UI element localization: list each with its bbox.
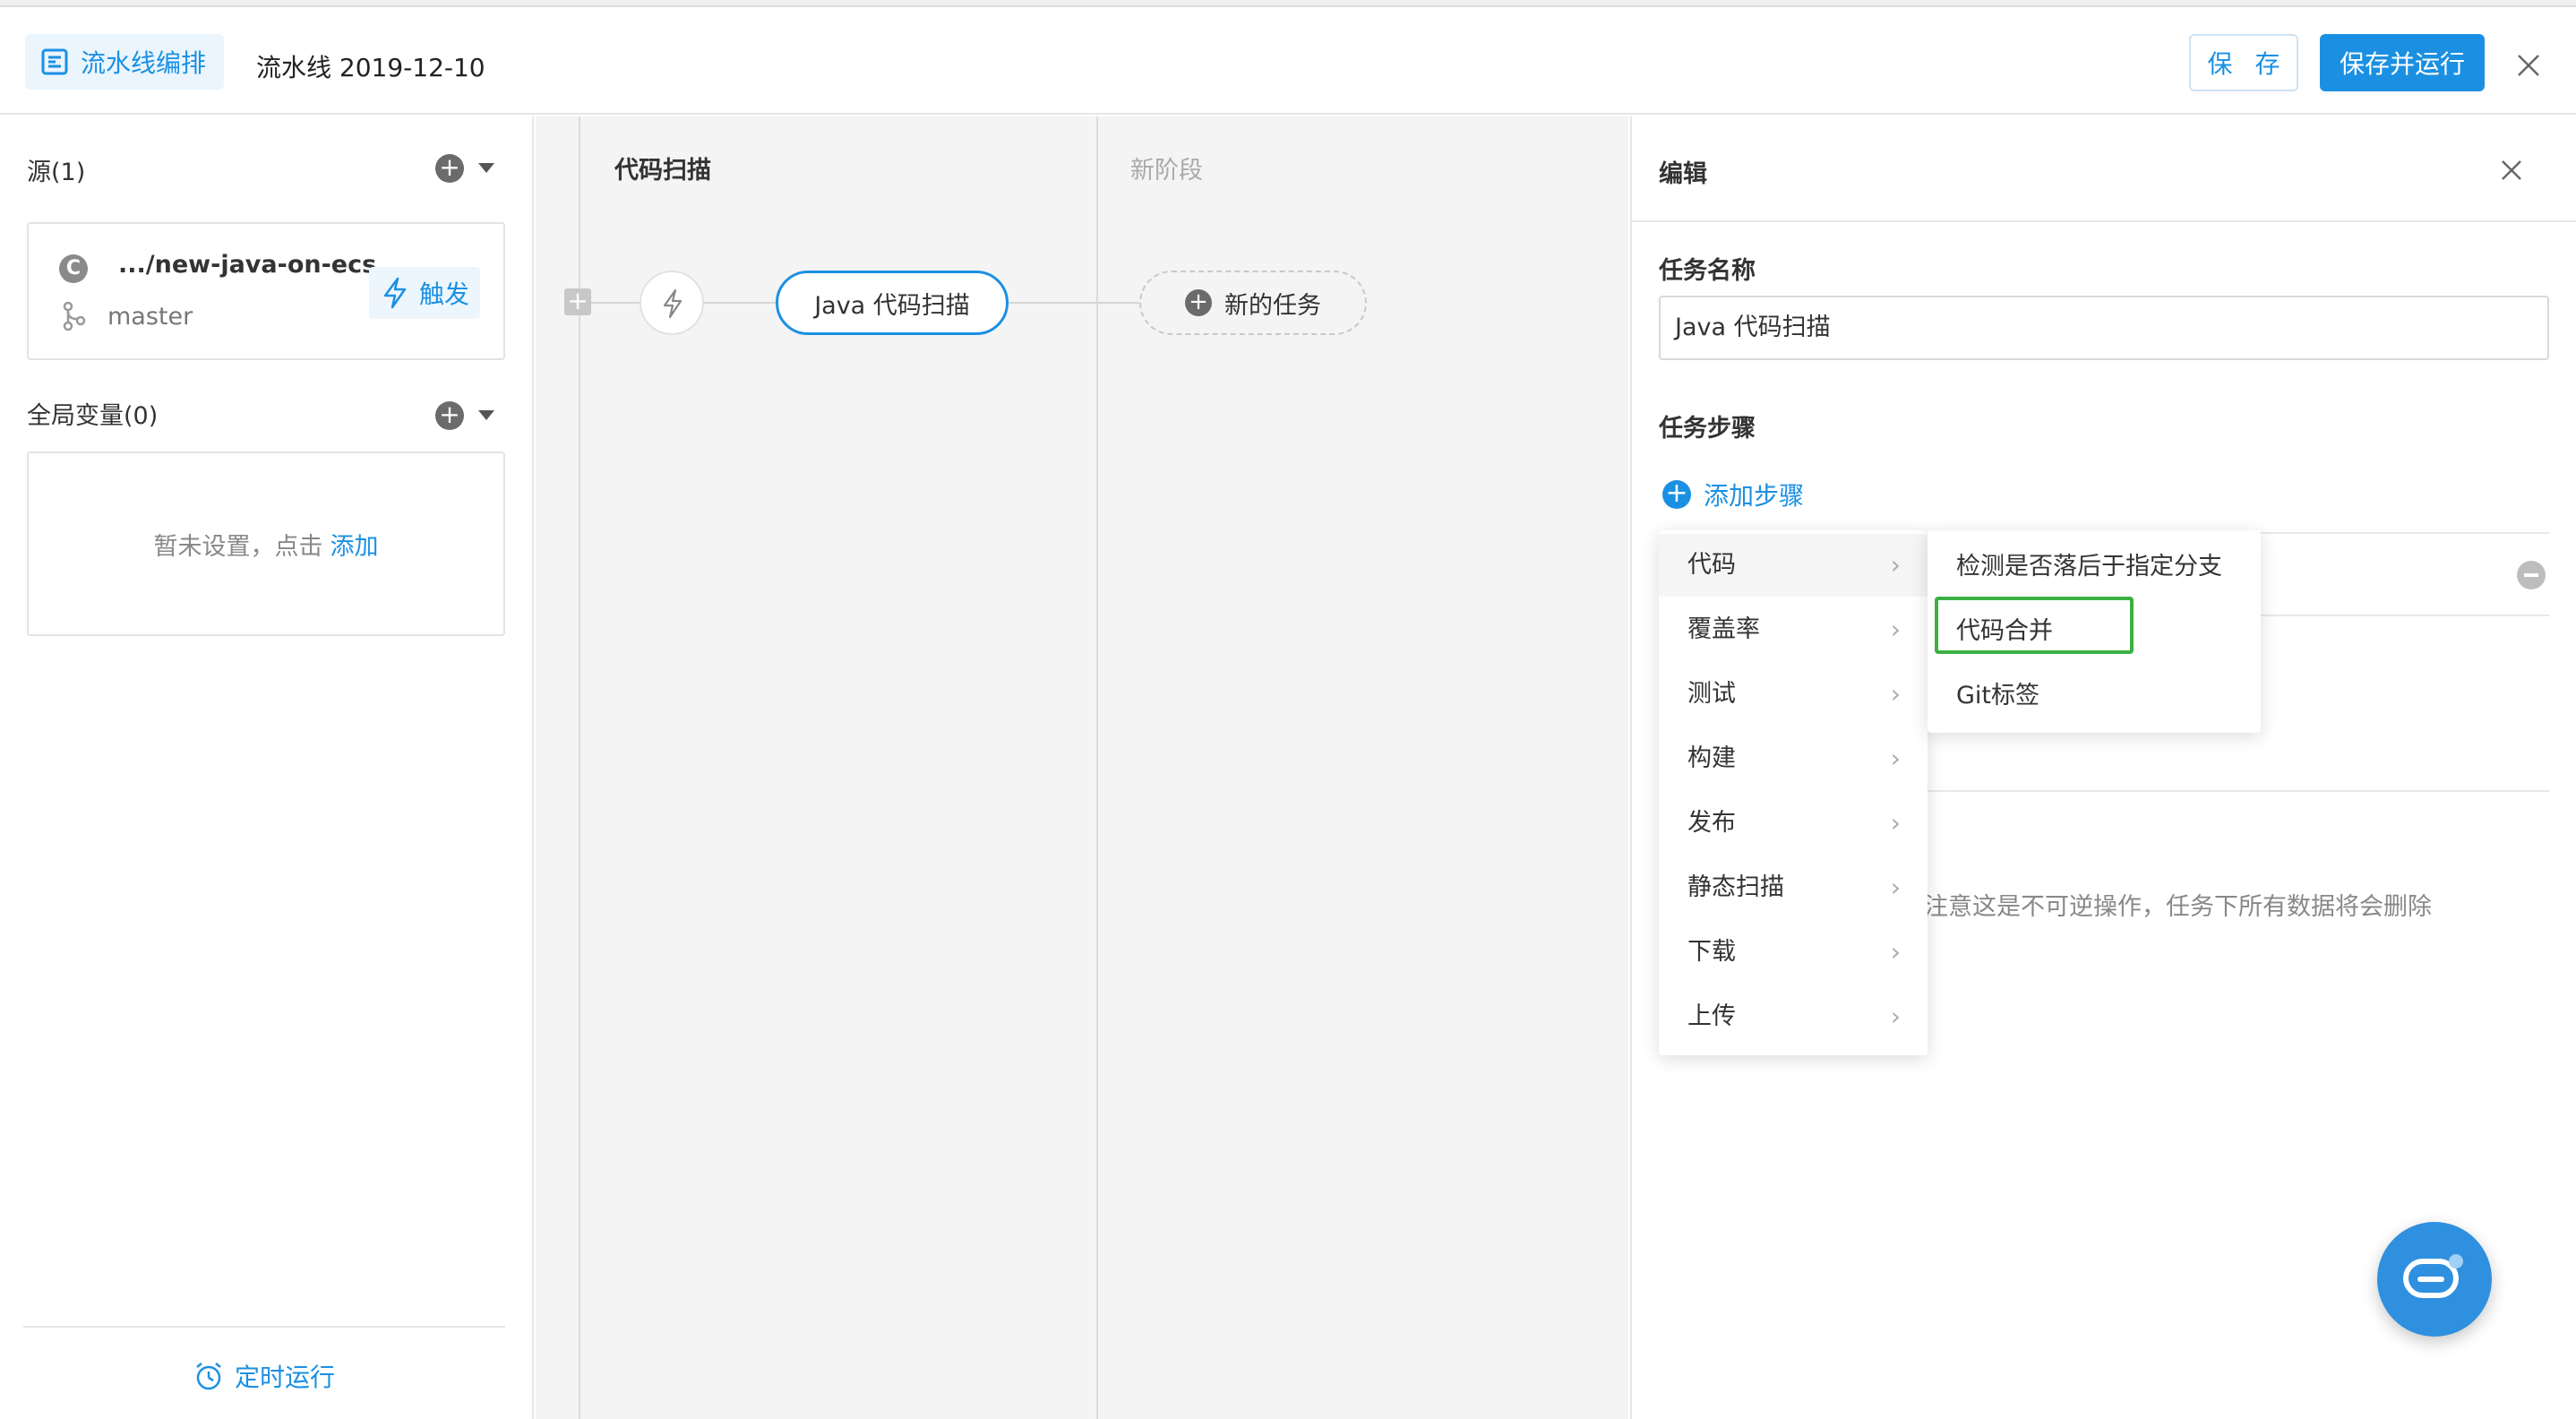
branch-name: master xyxy=(107,303,193,331)
close-icon[interactable] xyxy=(2515,52,2542,79)
divider xyxy=(1926,790,2549,792)
job-node-java-scan[interactable]: Java 代码扫描 xyxy=(776,271,1009,335)
stage-title-new[interactable]: 新阶段 xyxy=(1130,150,1203,185)
vars-empty-text: 暂未设置，点击 xyxy=(154,527,323,562)
menu-item-download[interactable]: 下载 › xyxy=(1659,921,1928,984)
menu-item-label: 代码 xyxy=(1687,551,1736,579)
task-name-input[interactable]: Java 代码扫描 xyxy=(1659,296,2549,360)
header-bar: 流水线编排 流水线 2019-12-10 保 存 保存并运行 xyxy=(0,7,2576,115)
menu-item-label: 发布 xyxy=(1687,809,1736,837)
delete-warning-text: 注意这是不可逆操作，任务下所有数据将会删除 xyxy=(1924,887,2432,922)
add-source-icon[interactable]: + xyxy=(435,154,464,183)
source-section-title: 源(1) xyxy=(27,152,85,187)
add-var-icon[interactable]: + xyxy=(435,401,464,430)
menu-item-upload[interactable]: 上传 › xyxy=(1659,985,1928,1048)
caret-down-icon[interactable] xyxy=(478,410,494,420)
alarm-clock-icon xyxy=(193,1361,224,1391)
task-name-label: 任务名称 xyxy=(1659,251,1756,286)
chevron-right-icon: › xyxy=(1891,856,1901,919)
remove-step-icon[interactable] xyxy=(2517,561,2546,589)
repo-icon: C xyxy=(59,254,88,283)
divider xyxy=(23,1326,505,1328)
highlight-box xyxy=(1935,597,2134,654)
divider xyxy=(1632,220,2576,222)
stage-title-code-scan[interactable]: 代码扫描 xyxy=(614,150,711,185)
menu-item-deploy[interactable]: 发布 › xyxy=(1659,792,1928,855)
trigger-node[interactable] xyxy=(640,271,704,335)
add-step-label: 添加步骤 xyxy=(1704,477,1804,512)
pipeline-name[interactable]: 流水线 2019-12-10 xyxy=(256,48,485,84)
chevron-right-icon: › xyxy=(1891,534,1901,597)
chevron-right-icon: › xyxy=(1891,727,1901,790)
chevron-right-icon: › xyxy=(1891,985,1901,1048)
menu-item-code[interactable]: 代码 › xyxy=(1659,534,1928,597)
connector-line xyxy=(704,302,776,304)
add-step-button[interactable]: + 添加步骤 xyxy=(1662,477,1804,512)
left-panel: 源(1) + C .../new-java-on-ecs master 触发 全… xyxy=(0,116,534,1419)
menu-item-build[interactable]: 构建 › xyxy=(1659,727,1928,790)
menu-item-label: 构建 xyxy=(1687,744,1736,772)
top-border xyxy=(0,0,2576,7)
stage-divider xyxy=(1096,116,1098,1419)
connector-line xyxy=(1009,302,1139,304)
pipeline-edit-tab-label: 流水线编排 xyxy=(81,44,206,80)
chevron-right-icon: › xyxy=(1891,598,1901,661)
submenu-item-git-tag[interactable]: Git标签 xyxy=(1956,675,2039,710)
scheduled-run-label: 定时运行 xyxy=(235,1358,335,1394)
lightning-icon xyxy=(661,288,684,319)
global-vars-card: 暂未设置，点击 添加 xyxy=(27,452,505,636)
caret-down-icon[interactable] xyxy=(478,163,494,173)
plus-icon: + xyxy=(1662,480,1691,509)
global-vars-title: 全局变量(0) xyxy=(27,396,158,431)
menu-item-label: 测试 xyxy=(1687,680,1736,708)
save-button[interactable]: 保 存 xyxy=(2189,34,2298,91)
submenu-item-check-branch[interactable]: 检测是否落后于指定分支 xyxy=(1956,546,2222,581)
new-job-label: 新的任务 xyxy=(1224,286,1321,321)
step-category-menu: 代码 › 覆盖率 › 测试 › 构建 › 发布 › 静态扫描 › 下载 › 上传 › xyxy=(1659,530,1928,1055)
chat-icon xyxy=(2402,1252,2467,1306)
pipeline-editor-page: 流水线编排 流水线 2019-12-10 保 存 保存并运行 源(1) + C … xyxy=(0,0,2576,1419)
source-repo-path: .../new-java-on-ecs xyxy=(118,251,376,279)
add-var-link[interactable]: 添加 xyxy=(331,527,379,562)
close-icon[interactable] xyxy=(2499,158,2524,183)
save-and-run-button[interactable]: 保存并运行 xyxy=(2320,34,2485,91)
chat-button[interactable] xyxy=(2377,1222,2492,1337)
scheduled-run-button[interactable]: 定时运行 xyxy=(193,1358,335,1394)
connector-line xyxy=(591,302,640,304)
plus-icon: + xyxy=(1185,289,1212,316)
menu-item-coverage[interactable]: 覆盖率 › xyxy=(1659,598,1928,661)
lightning-icon xyxy=(380,276,410,310)
chevron-right-icon: › xyxy=(1891,792,1901,855)
menu-item-static-scan[interactable]: 静态扫描 › xyxy=(1659,856,1928,919)
chevron-right-icon: › xyxy=(1891,921,1901,984)
menu-item-label: 静态扫描 xyxy=(1687,873,1784,901)
pipeline-icon xyxy=(39,47,70,77)
edit-panel-title: 编辑 xyxy=(1659,154,1707,189)
task-steps-label: 任务步骤 xyxy=(1659,408,1756,443)
menu-item-label: 下载 xyxy=(1687,938,1736,966)
chevron-right-icon: › xyxy=(1891,663,1901,726)
add-stage-icon[interactable]: + xyxy=(564,288,591,315)
new-job-button[interactable]: + 新的任务 xyxy=(1139,271,1367,335)
menu-item-label: 覆盖率 xyxy=(1687,615,1760,643)
source-card[interactable]: C .../new-java-on-ecs master 触发 xyxy=(27,222,505,360)
pipeline-edit-tab[interactable]: 流水线编排 xyxy=(25,34,224,90)
menu-item-test[interactable]: 测试 › xyxy=(1659,663,1928,726)
menu-item-label: 上传 xyxy=(1687,1002,1736,1030)
trigger-button[interactable]: 触发 xyxy=(369,267,480,319)
trigger-label: 触发 xyxy=(419,275,469,311)
branch-icon xyxy=(61,301,88,331)
